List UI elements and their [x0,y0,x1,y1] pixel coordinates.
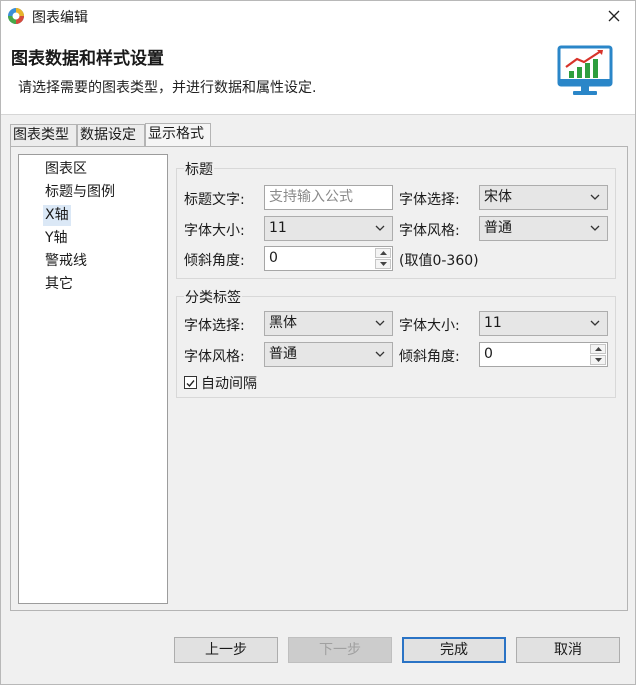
tree-item-y-axis[interactable]: Y轴 [43,228,70,249]
category-angle-label: 倾斜角度: [399,349,460,365]
tree-item-x-axis[interactable]: X轴 [43,205,71,226]
tab-panel-display-format: 图表区 标题与图例 X轴 Y轴 警戒线 其它 标题 标题文字: 支持输入公式 字… [10,146,628,611]
chevron-down-icon [375,320,385,326]
tree-item-warning-line[interactable]: 警戒线 [43,251,89,272]
close-icon [608,10,620,22]
title-group-label: 标题 [184,159,214,179]
category-style-select[interactable]: 普通 [264,342,393,367]
app-logo-icon [8,8,24,24]
title-angle-spin-buttons [375,248,391,269]
category-font-select[interactable]: 黑体 [264,311,393,336]
tree-item-chart-area[interactable]: 图表区 [43,159,89,180]
category-size-label: 字体大小: [399,318,460,334]
finish-button[interactable]: 完成 [402,637,506,663]
category-font-label: 字体选择: [184,318,245,334]
chevron-down-icon [375,225,385,231]
tab-display-format[interactable]: 显示格式 [145,123,211,147]
category-size-select[interactable]: 11 [479,311,608,336]
checkmark-icon [186,380,195,388]
tree-item-title-legend[interactable]: 标题与图例 [43,182,117,203]
category-label-group: 分类标签 字体选择: 黑体 字体大小: 11 字体风格: 普通 倾斜角度: 0 [176,287,616,398]
title-font-select[interactable]: 宋体 [479,185,608,210]
caret-down-icon [379,262,387,266]
category-style-label: 字体风格: [184,349,245,365]
banner-title: 图表数据和样式设置 [11,49,164,69]
title-angle-increment-button[interactable] [375,248,391,258]
title-angle-label: 倾斜角度: [184,253,245,269]
title-size-label: 字体大小: [184,223,245,239]
caret-up-icon [379,251,387,255]
prev-step-button[interactable]: 上一步 [174,637,278,663]
title-style-label: 字体风格: [399,223,460,239]
header-banner: 图表数据和样式设置 请选择需要的图表类型，并进行数据和属性设定. [1,31,635,115]
title-angle-decrement-button[interactable] [375,259,391,269]
category-angle-increment-button[interactable] [590,344,606,354]
title-angle-hint: (取值0-360) [399,253,479,269]
auto-interval-checkbox[interactable] [184,376,197,389]
category-group-label: 分类标签 [184,287,242,307]
settings-tree[interactable]: 图表区 标题与图例 X轴 Y轴 警戒线 其它 [18,154,168,604]
category-angle-spinner[interactable]: 0 [479,342,608,367]
chevron-down-icon [590,225,600,231]
tab-data-settings[interactable]: 数据设定 [77,124,145,146]
window-title: 图表编辑 [32,10,88,26]
category-angle-decrement-button[interactable] [590,355,606,365]
caret-down-icon [594,358,602,362]
cancel-button[interactable]: 取消 [516,637,620,663]
auto-interval-label: 自动间隔 [201,376,257,392]
chevron-down-icon [590,194,600,200]
title-text-label: 标题文字: [184,192,245,208]
title-font-label: 字体选择: [399,192,460,208]
tab-chart-type[interactable]: 图表类型 [10,124,77,146]
caret-up-icon [594,347,602,351]
close-button[interactable] [603,5,625,27]
chevron-down-icon [590,320,600,326]
title-angle-spinner[interactable]: 0 [264,246,393,271]
next-step-button[interactable]: 下一步 [288,637,392,663]
tree-item-other[interactable]: 其它 [43,274,75,295]
category-angle-spin-buttons [590,344,606,365]
title-bar: 图表编辑 [1,1,635,31]
chevron-down-icon [375,351,385,357]
chart-monitor-icon [557,45,613,95]
title-group: 标题 标题文字: 支持输入公式 字体选择: 宋体 字体大小: 11 字体风格: … [176,159,616,279]
title-size-select[interactable]: 11 [264,216,393,241]
title-text-input[interactable]: 支持输入公式 [264,185,393,210]
title-style-select[interactable]: 普通 [479,216,608,241]
chart-edit-dialog: 图表编辑 图表数据和样式设置 请选择需要的图表类型，并进行数据和属性设定. 图表… [0,0,636,685]
banner-description: 请选择需要的图表类型，并进行数据和属性设定. [18,80,317,96]
